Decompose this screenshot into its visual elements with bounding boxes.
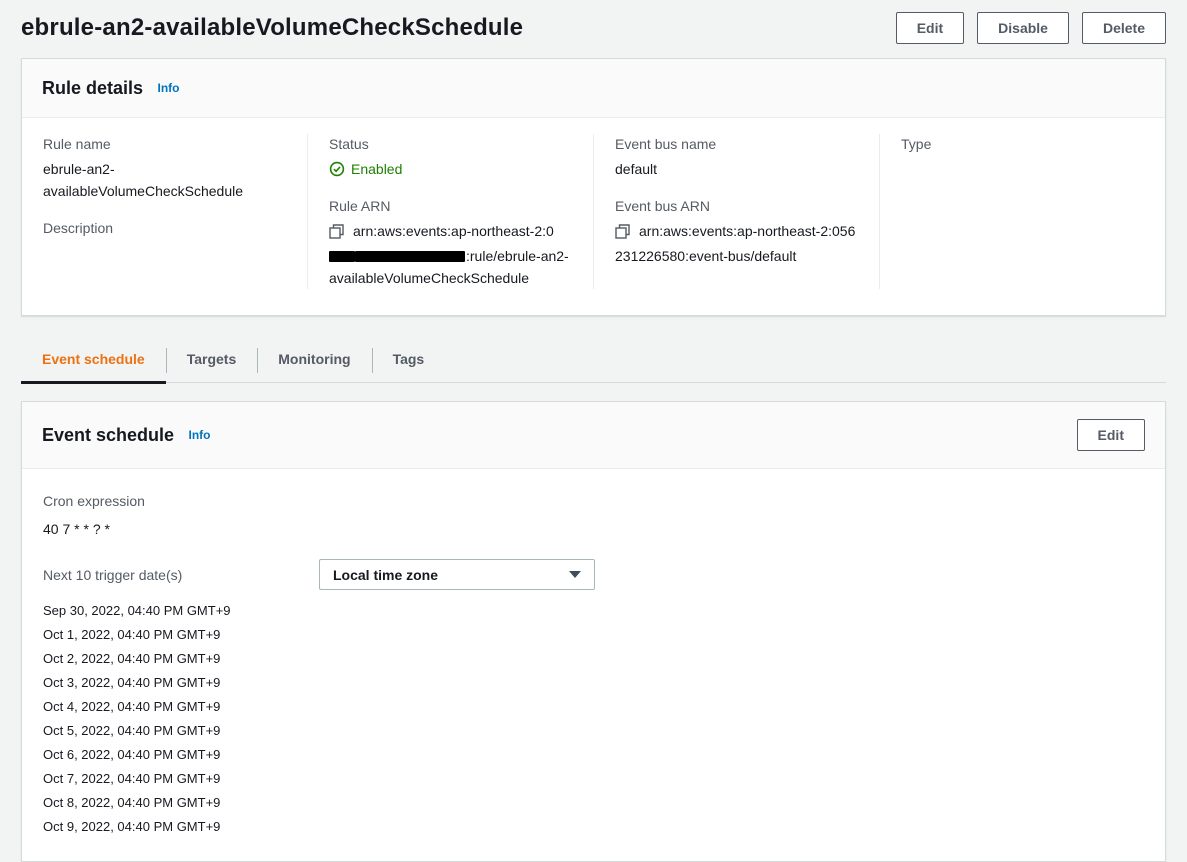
page-title: ebrule-an2-availableVolumeCheckSchedule xyxy=(21,14,523,42)
page-header: ebrule-an2-availableVolumeCheckSchedule … xyxy=(21,0,1166,58)
tab-event-schedule[interactable]: Event schedule xyxy=(21,339,166,382)
disable-button[interactable]: Disable xyxy=(977,12,1069,44)
list-item: Oct 1, 2022, 04:40 PM GMT+9 xyxy=(43,623,1144,647)
copy-icon[interactable] xyxy=(615,223,630,245)
event-schedule-info-link[interactable]: Info xyxy=(189,428,211,442)
list-item: Oct 8, 2022, 04:40 PM GMT+9 xyxy=(43,791,1144,815)
description-label: Description xyxy=(43,218,286,238)
list-item: Oct 9, 2022, 04:40 PM GMT+9 xyxy=(43,815,1144,839)
rule-details-body: Rule name ebrule-an2-availableVolumeChec… xyxy=(22,118,1165,315)
cron-expression-value: 40 7 * * ? * xyxy=(43,521,1144,537)
event-bus-name-field: Event bus name default xyxy=(615,134,858,180)
rule-name-value: ebrule-an2-availableVolumeCheckSchedule xyxy=(43,158,286,202)
event-bus-name-label: Event bus name xyxy=(615,134,858,154)
event-bus-arn-text: arn:aws:events:ap-northeast-2:0562312265… xyxy=(615,223,855,264)
page: ebrule-an2-availableVolumeCheckSchedule … xyxy=(0,0,1187,862)
delete-button[interactable]: Delete xyxy=(1082,12,1166,44)
list-item: Oct 2, 2022, 04:40 PM GMT+9 xyxy=(43,647,1144,671)
rule-arn-field: Rule ARN arn:aws:events:ap-northeast-2:0… xyxy=(329,196,572,289)
trigger-dates-label: Next 10 trigger date(s) xyxy=(43,565,319,585)
rule-details-heading: Rule details Info xyxy=(42,76,179,100)
rule-details-info-link[interactable]: Info xyxy=(157,81,179,95)
event-schedule-title: Event schedule xyxy=(42,425,174,445)
event-schedule-heading: Event schedule Info xyxy=(42,423,211,447)
event-bus-arn-label: Event bus ARN xyxy=(615,196,858,216)
chevron-down-icon xyxy=(569,571,581,578)
status-label: Status xyxy=(329,134,572,154)
list-item: Oct 6, 2022, 04:40 PM GMT+9 xyxy=(43,743,1144,767)
tab-tags[interactable]: Tags xyxy=(372,339,446,382)
edit-button[interactable]: Edit xyxy=(896,12,964,44)
list-item: Sep 30, 2022, 04:40 PM GMT+9 xyxy=(43,599,1144,623)
event-schedule-card: Event schedule Info Edit Cron expression… xyxy=(21,401,1166,862)
rule-details-col-3: Event bus name default Event bus ARN arn… xyxy=(593,134,879,289)
event-bus-arn-field: Event bus ARN arn:aws:events:ap-northeas… xyxy=(615,196,858,267)
rule-arn-label: Rule ARN xyxy=(329,196,572,216)
trigger-dates-list: Sep 30, 2022, 04:40 PM GMT+9 Oct 1, 2022… xyxy=(43,599,1144,839)
trigger-label-cell: Next 10 trigger date(s) xyxy=(43,565,319,585)
event-schedule-body: Cron expression 40 7 * * ? * Next 10 tri… xyxy=(22,469,1165,861)
redaction-bar xyxy=(355,251,465,262)
status-field: Status Enabled xyxy=(329,134,572,180)
list-item: Oct 3, 2022, 04:40 PM GMT+9 xyxy=(43,671,1144,695)
event-bus-name-value: default xyxy=(615,158,858,180)
event-bus-arn-value: arn:aws:events:ap-northeast-2:0562312265… xyxy=(615,220,858,267)
timezone-select[interactable]: Local time zone xyxy=(319,559,595,590)
rule-details-col-4: Type xyxy=(879,134,1165,289)
page-actions: Edit Disable Delete xyxy=(896,12,1166,44)
rule-details-col-2: Status Enabled Rule ARN arn:aws:events xyxy=(307,134,593,289)
rule-details-col-1: Rule name ebrule-an2-availableVolumeChec… xyxy=(22,134,307,289)
cron-expression-label: Cron expression xyxy=(43,491,1144,511)
list-item: Oct 7, 2022, 04:40 PM GMT+9 xyxy=(43,767,1144,791)
status-badge: Enabled xyxy=(329,158,572,180)
event-schedule-edit-button[interactable]: Edit xyxy=(1077,419,1145,451)
trigger-row: Next 10 trigger date(s) Local time zone xyxy=(43,559,1144,590)
list-item: Oct 4, 2022, 04:40 PM GMT+9 xyxy=(43,695,1144,719)
rule-details-card: Rule details Info Rule name ebrule-an2-a… xyxy=(21,58,1166,316)
redaction-bar xyxy=(329,251,355,262)
rule-name-label: Rule name xyxy=(43,134,286,154)
timezone-select-value: Local time zone xyxy=(333,567,438,583)
list-item: Oct 5, 2022, 04:40 PM GMT+9 xyxy=(43,719,1144,743)
status-enabled-icon xyxy=(329,161,345,177)
rule-details-title: Rule details xyxy=(42,78,143,98)
rule-arn-value: arn:aws:events:ap-northeast-2:0:rule/ebr… xyxy=(329,220,572,289)
tab-targets[interactable]: Targets xyxy=(166,339,258,382)
type-label: Type xyxy=(901,134,1144,154)
status-value: Enabled xyxy=(351,158,402,180)
description-field: Description xyxy=(43,218,286,238)
rule-arn-prefix: arn:aws:events:ap-northeast-2:0 xyxy=(353,223,554,239)
tab-monitoring[interactable]: Monitoring xyxy=(257,339,371,382)
type-field: Type xyxy=(901,134,1144,154)
rule-name-field: Rule name ebrule-an2-availableVolumeChec… xyxy=(43,134,286,202)
event-schedule-header: Event schedule Info Edit xyxy=(22,402,1165,469)
tab-bar: Event schedule Targets Monitoring Tags xyxy=(21,339,1166,383)
copy-icon[interactable] xyxy=(329,223,344,245)
rule-details-header: Rule details Info xyxy=(22,59,1165,118)
